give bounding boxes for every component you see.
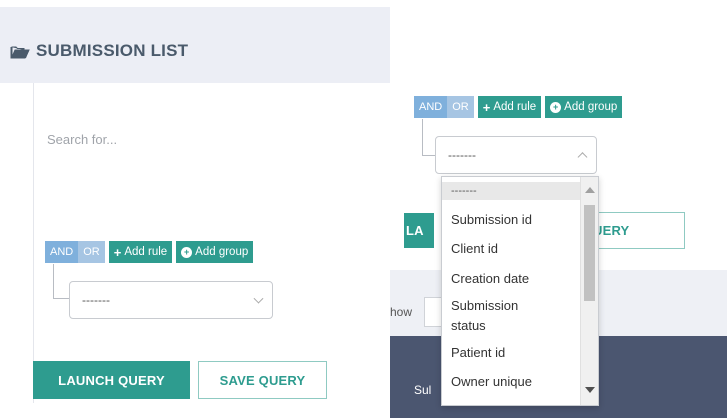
dropdown-options: ------- Submission id Client id Creation… xyxy=(442,177,580,393)
or-button[interactable]: OR xyxy=(78,241,105,263)
dropdown-scrollbar[interactable] xyxy=(580,177,598,405)
scroll-down-arrow-icon[interactable] xyxy=(585,387,595,393)
search-input[interactable] xyxy=(47,132,347,147)
dropdown-option[interactable]: Client id xyxy=(442,238,580,260)
add-group-button-open[interactable]: + Add group xyxy=(545,96,623,118)
add-rule-button[interactable]: + Add rule xyxy=(108,241,173,263)
submission-list-panel: SUBMISSION LIST AND OR + Add rule + Add … xyxy=(0,0,390,418)
add-group-button[interactable]: + Add group xyxy=(176,241,254,263)
or-button-open[interactable]: OR xyxy=(447,96,474,118)
show-entries-label: how xyxy=(390,305,413,319)
page-title: SUBMISSION LIST xyxy=(10,41,188,61)
scroll-up-arrow-icon[interactable] xyxy=(585,187,595,193)
launch-query-button-partial[interactable]: LA xyxy=(404,213,434,248)
and-or-toggle: AND OR xyxy=(45,241,105,263)
dropdown-open-view: AND OR + Add rule + Add group ------- LA… xyxy=(390,0,727,418)
and-button-open[interactable]: AND xyxy=(414,96,448,118)
query-builder-toolbar-open: AND OR + Add rule + Add group xyxy=(414,96,623,118)
rule-field-select[interactable]: ------- xyxy=(69,281,273,319)
add-group-label-open: Add group xyxy=(564,101,618,113)
chevron-up-icon xyxy=(577,152,588,163)
rule-connector-open xyxy=(422,119,436,156)
query-builder-toolbar: AND OR + Add rule + Add group xyxy=(45,241,254,263)
folder-open-icon xyxy=(10,44,30,59)
chevron-down-icon xyxy=(253,293,264,304)
dropdown-option[interactable]: Owner unique xyxy=(442,371,580,393)
rule-connector xyxy=(53,264,69,299)
add-group-label: Add group xyxy=(195,246,249,258)
launch-query-button[interactable]: LAUNCH QUERY xyxy=(33,361,190,399)
add-circle-icon: + xyxy=(550,101,562,113)
table-header-cell: Sul xyxy=(414,383,432,397)
dropdown-option[interactable]: Creation date xyxy=(442,268,580,290)
rule-field-select-open-value: ------- xyxy=(448,148,476,162)
dropdown-option[interactable]: Submission id xyxy=(442,209,580,231)
and-button[interactable]: AND xyxy=(45,241,79,263)
rule-field-select-value: ------- xyxy=(82,293,110,307)
dropdown-option[interactable]: Patient id xyxy=(442,342,580,364)
dropdown-option[interactable]: ------- xyxy=(442,182,580,200)
add-rule-label-open: Add rule xyxy=(493,101,537,113)
dropdown-option[interactable]: Submission status xyxy=(442,292,542,340)
and-or-toggle-open: AND OR xyxy=(414,96,474,118)
save-query-button[interactable]: SAVE QUERY xyxy=(198,361,327,399)
add-rule-button-open[interactable]: + Add rule xyxy=(477,96,542,118)
add-circle-icon: + xyxy=(181,246,193,258)
plus-icon: + xyxy=(113,244,122,260)
field-dropdown-list[interactable]: ------- Submission id Client id Creation… xyxy=(441,176,599,406)
rule-field-select-open[interactable]: ------- xyxy=(435,136,597,174)
add-rule-label: Add rule xyxy=(124,246,168,258)
plus-icon: + xyxy=(482,99,491,115)
panel-header: SUBMISSION LIST xyxy=(0,7,390,83)
page-title-text: SUBMISSION LIST xyxy=(36,41,189,60)
scrollbar-thumb[interactable] xyxy=(584,205,595,301)
